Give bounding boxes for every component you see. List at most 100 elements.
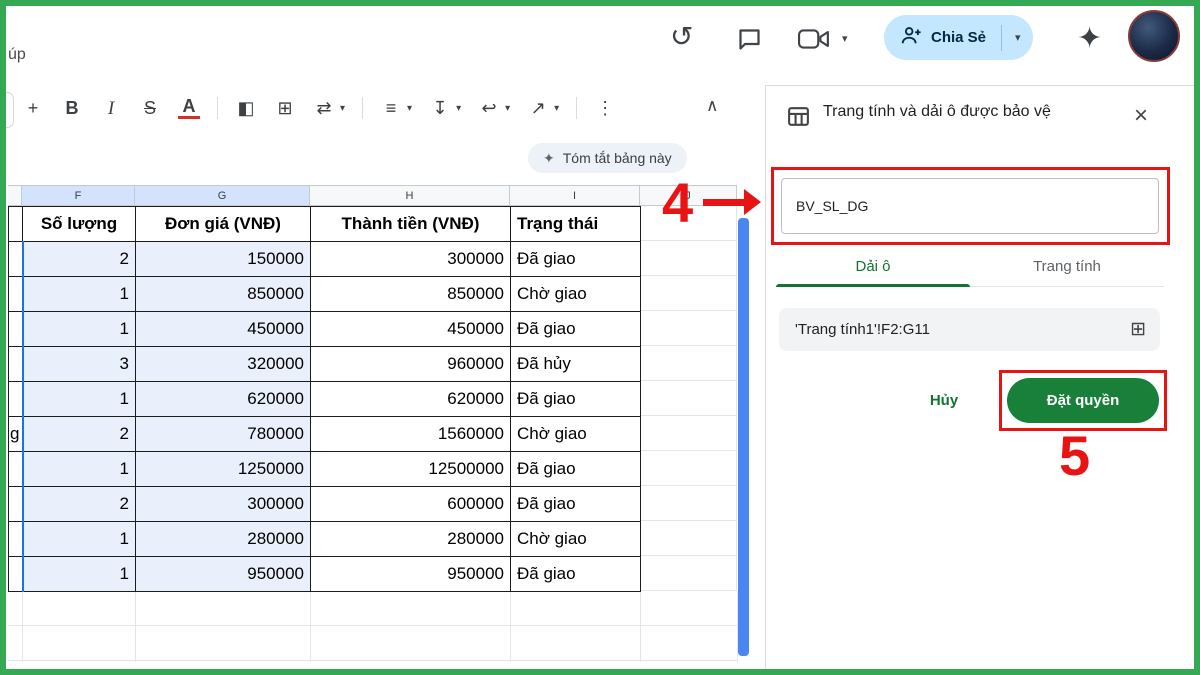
sheet-cell[interactable] — [9, 382, 23, 417]
camera-dropdown-icon[interactable]: ▾ — [842, 32, 848, 45]
sheet-cell[interactable]: 620000 — [311, 382, 511, 417]
sheet-cell[interactable]: 620000 — [136, 382, 311, 417]
sheet-cell[interactable]: 850000 — [311, 277, 511, 312]
sheet-cell[interactable]: 1560000 — [311, 417, 511, 452]
sheet-cell[interactable]: 320000 — [136, 347, 311, 382]
column-header-F[interactable]: F — [22, 185, 135, 206]
sheet-cell[interactable]: 1 — [23, 277, 136, 312]
sheet-cell[interactable]: 1 — [23, 557, 136, 592]
sheet-cell[interactable]: 450000 — [136, 312, 311, 347]
sheet-cell[interactable] — [9, 452, 23, 487]
share-button[interactable]: Chia Sẻ ▾ — [884, 15, 1033, 60]
column-header-H[interactable]: H — [310, 185, 510, 206]
menu-partial-text[interactable]: úp — [8, 46, 26, 64]
summarize-sheet-chip[interactable]: ✦ Tóm tắt bảng này — [528, 143, 687, 173]
sheet-cell[interactable]: 1 — [23, 312, 136, 347]
sheet-cell[interactable]: Đã giao — [511, 382, 641, 417]
sheet-cell[interactable]: 12500000 — [311, 452, 511, 487]
sheet-header-cell[interactable]: Số lượng — [23, 207, 136, 242]
sheet-header-cell[interactable] — [9, 207, 23, 242]
align-dropdown-icon[interactable]: ▾ — [407, 103, 412, 114]
column-headers: F G H I J — [8, 185, 737, 206]
sheet-cell[interactable]: 2 — [23, 417, 136, 452]
collapse-toolbar-icon[interactable]: ∧ — [706, 96, 718, 116]
sheet-cell[interactable]: 280000 — [311, 522, 511, 557]
sheet-cell[interactable]: Đã giao — [511, 242, 641, 277]
insert-icon[interactable]: + — [22, 99, 44, 117]
version-history-icon[interactable]: ↺ — [670, 20, 693, 53]
sheet-cell[interactable]: 2 — [23, 487, 136, 522]
video-camera-icon[interactable] — [798, 28, 830, 50]
cancel-button[interactable]: Hủy — [904, 378, 984, 422]
sheet-header-cell[interactable]: Đơn giá (VNĐ) — [136, 207, 311, 242]
sheet-cell[interactable]: 1 — [23, 382, 136, 417]
range-field[interactable]: 'Trang tính1'!F2:G11 ⊞ — [779, 308, 1160, 351]
avatar[interactable] — [1128, 10, 1180, 62]
sheet-cell[interactable]: Chờ giao — [511, 522, 641, 557]
sheet-cell[interactable]: 2 — [23, 242, 136, 277]
sheet-cell[interactable]: 1 — [23, 522, 136, 557]
comment-icon[interactable] — [736, 26, 763, 53]
sheet-cell[interactable]: Chờ giao — [511, 277, 641, 312]
italic-icon[interactable]: I — [100, 99, 122, 118]
tab-range[interactable]: Dải ô — [776, 249, 970, 286]
sheet-cell[interactable]: 450000 — [311, 312, 511, 347]
sheet-cell[interactable]: 1250000 — [136, 452, 311, 487]
sheet-cell[interactable]: 280000 — [136, 522, 311, 557]
sheet-cell[interactable]: Đã hủy — [511, 347, 641, 382]
vertical-align-dropdown-icon[interactable]: ▾ — [456, 103, 461, 114]
sheet-cell[interactable] — [9, 522, 23, 557]
horizontal-align-icon[interactable]: ≡ — [380, 99, 402, 117]
sheet-header-cell[interactable]: Thành tiền (VNĐ) — [311, 207, 511, 242]
gemini-sparkle-icon[interactable]: ✦ — [1077, 21, 1102, 56]
tab-sheet[interactable]: Trang tính — [970, 249, 1164, 286]
toolbar-edge-control[interactable] — [0, 92, 14, 128]
sheet-cell[interactable]: 850000 — [136, 277, 311, 312]
text-wrap-icon[interactable]: ↩ — [478, 99, 500, 117]
sheet-cell[interactable]: 950000 — [311, 557, 511, 592]
sheet-cell[interactable]: Đã giao — [511, 557, 641, 592]
sheet-cell[interactable]: 1 — [23, 452, 136, 487]
column-header-G[interactable]: G — [135, 185, 310, 206]
merge-cells-icon[interactable]: ⇄ — [313, 99, 335, 117]
text-color-icon[interactable]: A — [178, 97, 200, 119]
sheet-cell[interactable]: 150000 — [136, 242, 311, 277]
sheet-cell[interactable] — [9, 312, 23, 347]
text-wrap-dropdown-icon[interactable]: ▾ — [505, 103, 510, 114]
sheet-cell[interactable]: g — [9, 417, 23, 452]
sheet-cell[interactable] — [9, 242, 23, 277]
sheet-cell[interactable]: Đã giao — [511, 312, 641, 347]
sheet-cell[interactable]: 960000 — [311, 347, 511, 382]
sheet-cell[interactable]: 300000 — [136, 487, 311, 522]
column-header-partial[interactable] — [8, 185, 22, 206]
sheet-cell[interactable] — [9, 557, 23, 592]
close-icon[interactable]: × — [1134, 104, 1148, 128]
sheet-cell[interactable]: Đã giao — [511, 452, 641, 487]
fill-color-icon[interactable]: ◧ — [235, 99, 257, 117]
sheet-header-cell[interactable]: Trạng thái — [511, 207, 641, 242]
sheet-cell[interactable]: 600000 — [311, 487, 511, 522]
sheet-cell[interactable]: 300000 — [311, 242, 511, 277]
more-options-icon[interactable]: ⋮ — [594, 99, 616, 117]
sheet-cell[interactable] — [9, 487, 23, 522]
sheet-cell[interactable] — [9, 347, 23, 382]
vertical-scrollbar[interactable] — [738, 218, 749, 656]
bold-icon[interactable]: B — [61, 99, 83, 117]
column-header-I[interactable]: I — [510, 185, 640, 206]
annotation-step-5: 5 — [1059, 423, 1090, 488]
sheet-cell[interactable]: Chờ giao — [511, 417, 641, 452]
text-rotation-dropdown-icon[interactable]: ▾ — [554, 103, 559, 114]
select-range-icon[interactable]: ⊞ — [1130, 318, 1146, 341]
sheet-cell[interactable] — [9, 277, 23, 312]
text-rotation-icon[interactable]: ↗ — [527, 99, 549, 117]
sheet-cell[interactable]: 3 — [23, 347, 136, 382]
sheet-cell[interactable]: 950000 — [136, 557, 311, 592]
vertical-align-icon[interactable]: ↧ — [429, 99, 451, 117]
sheet-cell[interactable]: 780000 — [136, 417, 311, 452]
sheet-cell[interactable]: Đã giao — [511, 487, 641, 522]
borders-icon[interactable]: ⊞ — [274, 99, 296, 117]
merge-dropdown-icon[interactable]: ▾ — [340, 103, 345, 114]
strikethrough-icon[interactable]: S — [139, 99, 161, 117]
gridline — [135, 591, 136, 662]
share-dropdown-icon[interactable]: ▾ — [1015, 31, 1021, 44]
